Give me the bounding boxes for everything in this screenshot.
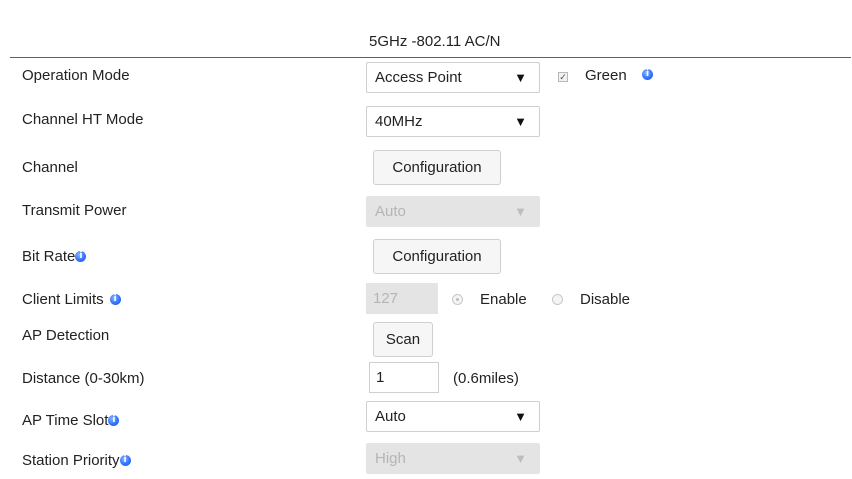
client-limits-input[interactable]: 127 [366,283,438,314]
channel-label-text: Channel [22,159,78,176]
station-priority-label-text: Station Priority [22,452,120,469]
ap-time-slot-label: AP Time Slot i [22,412,120,429]
ap-detection-label: AP Detection [22,327,109,344]
info-icon[interactable]: i [109,294,121,305]
operation-mode-label: Operation Mode [22,67,130,84]
operation-mode-value: Access Point [375,69,462,86]
operation-mode-select[interactable]: Access Point ▼ [366,62,540,93]
info-icon[interactable]: i [75,251,87,262]
client-limits-disable-radio[interactable] [552,294,563,305]
ap-detection-scan-button[interactable]: Scan [373,322,433,357]
ap-time-slot-value: Auto [375,408,406,425]
chevron-down-icon: ▼ [514,70,527,85]
info-icon[interactable]: i [642,69,653,80]
ap-detection-label-text: AP Detection [22,327,110,344]
green-label: Green [585,67,627,84]
distance-miles-text: (0.6miles) [453,370,519,387]
station-priority-value: High [375,450,406,467]
client-limits-label-text: Client Limits [22,291,104,308]
bit-rate-label-text: Bit Rate [22,248,76,265]
client-limits-enable-label: Enable [480,291,527,308]
client-limits-label: Client Limits i [22,291,121,308]
distance-input[interactable]: 1 [369,362,439,393]
section-divider [10,57,851,58]
station-priority-label: Station Priority i [22,452,131,469]
operation-mode-label-text: Operation Mode [22,67,130,84]
ap-time-slot-select[interactable]: Auto ▼ [366,401,540,432]
transmit-power-select[interactable]: Auto ▼ [366,196,540,227]
chevron-down-icon: ▼ [514,409,527,424]
channel-ht-mode-value: 40MHz [375,113,423,130]
radio-selected-dot [456,298,459,301]
green-checkbox[interactable]: ✓ [558,72,568,82]
chevron-down-icon: ▼ [514,451,527,466]
info-icon[interactable]: i [108,415,120,426]
bit-rate-configuration-button[interactable]: Configuration [373,239,501,274]
ap-time-slot-label-text: AP Time Slot [22,412,109,429]
transmit-power-label-text: Transmit Power [22,202,127,219]
channel-ht-mode-label-text: Channel HT Mode [22,111,144,128]
channel-ht-mode-label: Channel HT Mode [22,111,143,128]
chevron-down-icon: ▼ [514,204,527,219]
channel-ht-mode-select[interactable]: 40MHz ▼ [366,106,540,137]
chevron-down-icon: ▼ [514,114,527,129]
section-title: 5GHz -802.11 AC/N [369,33,501,50]
transmit-power-label: Transmit Power [22,202,126,219]
station-priority-select[interactable]: High ▼ [366,443,540,474]
channel-label: Channel [22,159,78,176]
bit-rate-label: Bit Rate i [22,248,87,265]
channel-configuration-button[interactable]: Configuration [373,150,501,185]
info-icon[interactable]: i [119,455,131,466]
client-limits-disable-label: Disable [580,291,631,308]
transmit-power-value: Auto [375,203,406,220]
client-limits-enable-radio[interactable] [452,294,463,305]
distance-label-text: Distance (0-30km) [22,370,145,387]
distance-label: Distance (0-30km) [22,370,145,387]
